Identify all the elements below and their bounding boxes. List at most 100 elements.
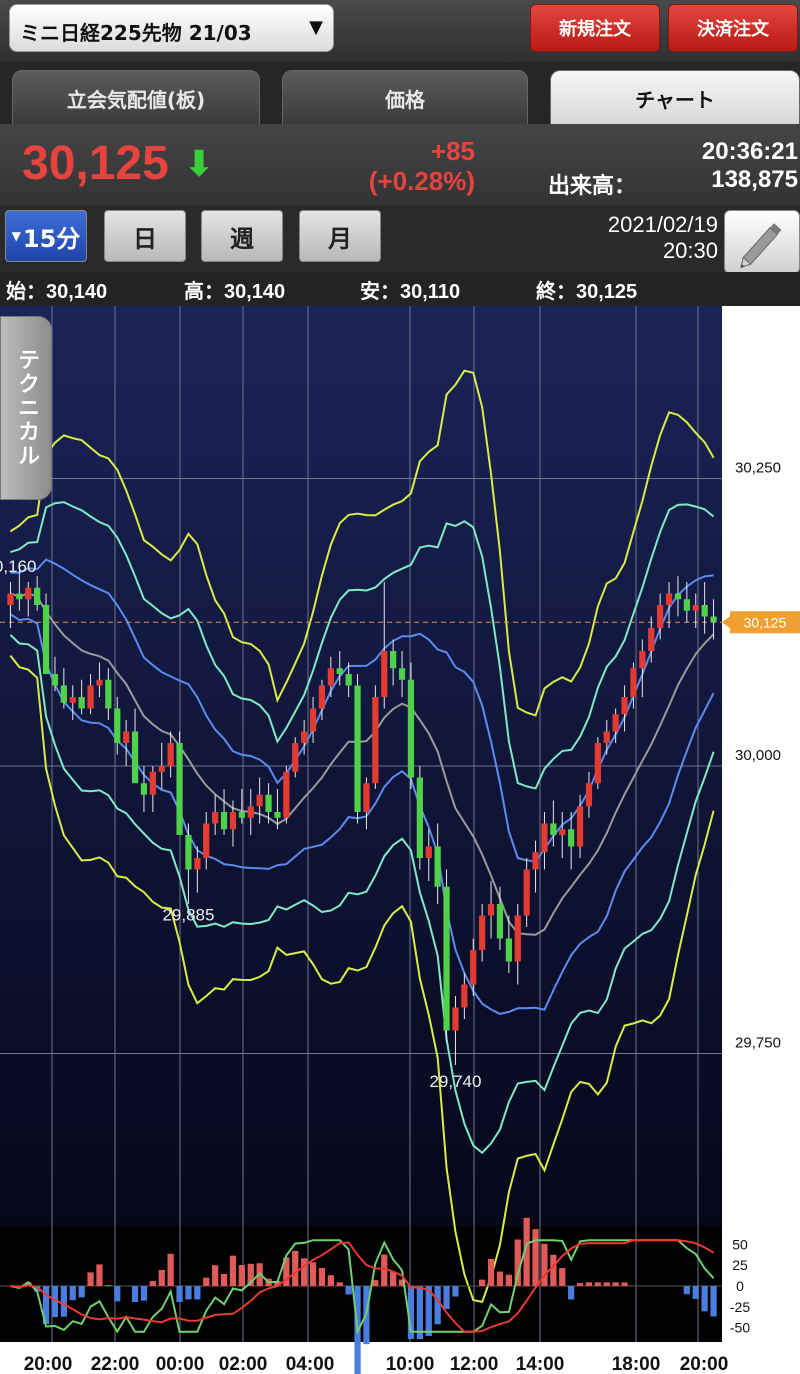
interval-day-button[interactable]: 日 (104, 210, 186, 262)
candle-body (274, 812, 281, 818)
close-order-button[interactable]: 決済注文 (668, 4, 798, 52)
histogram-bar (603, 1282, 610, 1286)
histogram-bar (345, 1286, 352, 1295)
candle-body (434, 846, 441, 887)
candle-body (416, 777, 423, 858)
histogram-bar (105, 1285, 112, 1286)
interval-week-button[interactable]: 週 (201, 210, 283, 262)
candle-body (25, 587, 32, 600)
histogram-bar (434, 1286, 441, 1325)
candle-body (345, 674, 352, 686)
candle-body (594, 743, 601, 784)
histogram-bar (318, 1267, 326, 1286)
histogram-bar (710, 1286, 717, 1317)
x-tick-label: 00:00 (156, 1354, 205, 1374)
histogram-bar (479, 1279, 486, 1286)
candle-body (639, 651, 646, 669)
histogram-bar (292, 1250, 299, 1286)
price-chart[interactable]: 30,125 30,250 30,000 29,750 30,160 29,885 29,7… (0, 306, 800, 1374)
candle-body (69, 697, 76, 703)
candle-body (665, 593, 673, 605)
candle-body (390, 651, 397, 669)
draw-tool-button[interactable] (724, 210, 800, 274)
candle-body (559, 829, 566, 835)
histogram-bar (96, 1264, 103, 1286)
ohlc-open: 始：30,140 (6, 281, 108, 303)
tab-chart[interactable]: チャート (550, 70, 800, 126)
price-annotation: 29,740 (429, 1072, 481, 1091)
candle-body (523, 869, 530, 916)
candle-body (487, 904, 495, 916)
histogram-bar (69, 1286, 76, 1301)
histogram-bar (576, 1283, 584, 1286)
candle-body (505, 938, 512, 962)
histogram-bar (505, 1274, 512, 1286)
candle-body (203, 823, 210, 858)
candle-body (398, 668, 406, 680)
tab-price[interactable]: 価格 (282, 70, 528, 126)
candle-body (674, 593, 682, 600)
histogram-bar (559, 1268, 566, 1286)
candle-body (149, 771, 156, 795)
candle-body (247, 806, 254, 818)
histogram-bar (60, 1286, 67, 1317)
candle-body (265, 794, 272, 812)
histogram-bar (336, 1282, 343, 1286)
tab-order-book[interactable]: 立会気配値(板) (12, 70, 260, 126)
candle-body (185, 835, 192, 870)
candle-body (87, 685, 94, 709)
histogram-bar (229, 1255, 237, 1286)
histogram-bar (158, 1269, 165, 1286)
histogram-bar (612, 1282, 619, 1286)
histogram-bar (238, 1265, 245, 1286)
candle-body (105, 679, 112, 709)
histogram-bar (194, 1286, 201, 1300)
candle-body (114, 708, 121, 743)
app-root: ミニ日経225先物 21/03 ▼ 新規注文 決済注文 立会気配値(板) 価格 … (0, 0, 800, 1374)
technical-tab[interactable]: テクニカル (0, 316, 52, 500)
candle-body (479, 915, 486, 950)
candle-body (220, 812, 228, 830)
current-price: 30,125 (22, 137, 169, 190)
interval-15min-button[interactable]: ▼ 15分 (5, 210, 87, 262)
histogram-bar (452, 1286, 459, 1297)
candle-body (318, 685, 326, 709)
candle-body (612, 714, 619, 732)
candle-body (16, 593, 23, 600)
candle-body (131, 731, 139, 784)
histogram-bar (203, 1277, 210, 1286)
y-tick-label: 29,750 (735, 1035, 781, 1052)
current-price-label: 30,125 (744, 614, 787, 630)
new-order-button[interactable]: 新規注文 (530, 4, 660, 52)
volume-value: 138,875 (711, 166, 798, 193)
candle-body (336, 668, 343, 674)
histogram-bar (176, 1286, 183, 1302)
price-annotation: 29,885 (162, 905, 214, 924)
x-tick-label: 22:00 (91, 1354, 140, 1374)
candle-body (701, 605, 708, 617)
top-bar: ミニ日経225先物 21/03 ▼ 新規注文 決済注文 (0, 0, 800, 62)
candle-body (167, 743, 174, 766)
histogram-bar (131, 1286, 139, 1302)
histogram-bar (140, 1286, 148, 1301)
x-tick-label: 10:00 (386, 1354, 435, 1374)
candle-body (683, 599, 690, 611)
interval-month-button[interactable]: 月 (299, 210, 381, 262)
interval-15min-label: 15分 (22, 224, 81, 253)
histogram-bar (692, 1286, 699, 1299)
symbol-select[interactable]: ミニ日経225先物 21/03 ▼ (9, 4, 334, 52)
histogram-bar (149, 1280, 156, 1286)
candle-body (301, 731, 308, 743)
candle-body (648, 628, 655, 651)
price-annotation: 30,160 (0, 557, 36, 576)
histogram-bar (496, 1271, 504, 1286)
interval-bar: ▼ 15分 日 週 月 2021/02/19 20:30 (0, 206, 800, 274)
candle-body (292, 743, 299, 772)
candle-body (443, 886, 450, 1031)
candle-body (354, 685, 361, 812)
candle-body (363, 783, 370, 812)
histogram-bar (185, 1286, 192, 1300)
candle-body (657, 605, 664, 628)
histogram-bar (390, 1271, 397, 1286)
quote-panel: 30,125 ⬇ +85 (+0.28%) 20:36:21 出来高： 138,… (0, 124, 800, 206)
